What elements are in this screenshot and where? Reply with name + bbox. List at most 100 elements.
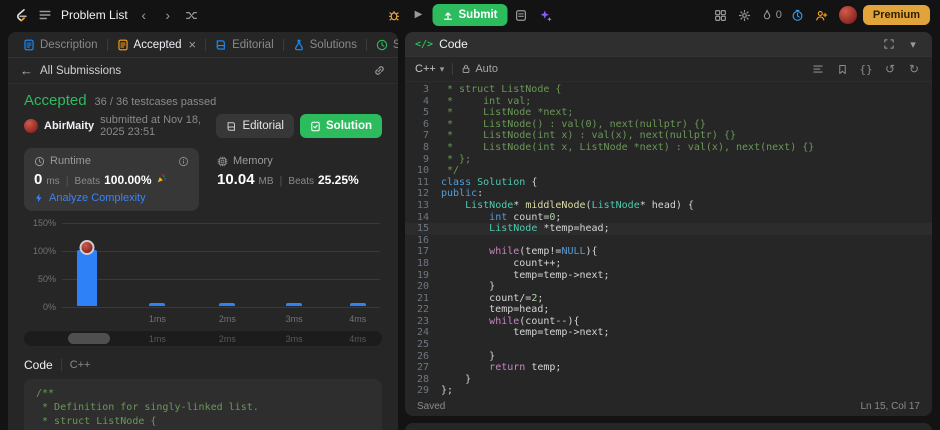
editor-statusbar: Saved Ln 15, Col 17 [405, 397, 932, 416]
all-submissions-link[interactable]: All Submissions [40, 65, 121, 77]
user-plus-icon[interactable] [811, 4, 833, 26]
editor-line[interactable]: 4 * int val; [405, 96, 932, 108]
language-selector[interactable]: C++ ▾ [415, 63, 444, 75]
format-lines-icon[interactable] [810, 61, 826, 77]
analyze-complexity-link[interactable]: Analyze Complexity [34, 192, 189, 204]
editor-title[interactable]: Code [439, 37, 468, 51]
runtime-value-row: 0 ms | Beats 100.00% [34, 171, 189, 188]
editor-line[interactable]: 16 [405, 235, 932, 247]
preview-line: /** [36, 388, 55, 399]
editor-line[interactable]: 29}; [405, 385, 932, 397]
bookmark-icon[interactable] [834, 61, 850, 77]
info-icon[interactable] [178, 156, 189, 167]
memory-card[interactable]: Memory 10.04 MB | Beats 25.25% [207, 148, 382, 195]
code-editor[interactable]: 3 * struct ListNode {4 * int val; 5 * Lis… [405, 82, 932, 397]
editor-line[interactable]: 27 return temp; [405, 362, 932, 374]
submission-body: Accepted 36 / 36 testcases passed AbirMa… [8, 84, 398, 430]
cursor-position: Ln 15, Col 17 [860, 401, 921, 412]
problem-list-link[interactable]: Problem List [61, 8, 128, 22]
settings-gear-icon[interactable] [734, 4, 756, 26]
editor-line[interactable]: 20 } [405, 281, 932, 293]
editor-line[interactable]: 21 count/=2; [405, 293, 932, 305]
editor-line[interactable]: 17 while(temp!=NULL){ [405, 246, 932, 258]
accepted-note-icon [117, 39, 129, 51]
reset-code-icon[interactable]: ↻ [906, 61, 922, 77]
line-content: count++; [441, 257, 562, 269]
chart-range-slider[interactable]: 1ms 2ms 3ms 4ms [24, 331, 382, 346]
runtime-bar[interactable] [349, 303, 366, 306]
memory-beats-label: Beats [288, 176, 314, 187]
editor-line[interactable]: 9 * }; [405, 154, 932, 166]
shuffle-icon[interactable] [181, 4, 203, 26]
maximize-icon[interactable] [880, 35, 898, 53]
undo-icon[interactable]: ↺ [882, 61, 898, 77]
debug-icon[interactable] [383, 4, 405, 26]
prev-problem-icon[interactable]: ‹ [133, 4, 155, 26]
editorial-button[interactable]: Editorial [216, 114, 294, 138]
auto-toggle[interactable]: Auto [461, 63, 498, 75]
tab-divider [106, 38, 108, 51]
submitter-name[interactable]: AbirMaity [44, 120, 94, 132]
tab-description[interactable]: Description [16, 39, 105, 51]
runtime-bar[interactable] [149, 303, 166, 306]
notes-icon[interactable] [510, 4, 532, 26]
editor-line[interactable]: 14 int count=0; [405, 212, 932, 224]
tab-label: Accepted [133, 38, 182, 51]
next-problem-icon[interactable]: › [157, 4, 179, 26]
editor-line[interactable]: 6 * ListNode() : val(0), next(nullptr) {… [405, 119, 932, 131]
solution-button[interactable]: Solution [300, 114, 382, 138]
editor-line[interactable]: 25 [405, 339, 932, 351]
leetcode-logo[interactable] [10, 4, 32, 26]
editor-line[interactable]: 8 * ListNode(int x, ListNode *next) : va… [405, 142, 932, 154]
slider-handle[interactable] [68, 333, 110, 344]
preview-line: * struct ListNode { [36, 416, 157, 427]
chart-x-tick-label: 1ms [148, 314, 166, 324]
tab-accepted[interactable]: Accepted × [110, 37, 204, 52]
chart-plot[interactable] [62, 223, 380, 308]
editor-line[interactable]: 11 class Solution { [405, 177, 932, 189]
chart-gridline [62, 251, 380, 252]
runtime-card[interactable]: Runtime 0 ms | Beats 100.00% Analyze Com… [24, 148, 199, 211]
submission-panel: Description Accepted × Editorial Solutions Su… [8, 32, 398, 430]
braces-icon[interactable]: {} [858, 61, 874, 77]
editor-line[interactable]: 18 count++; [405, 258, 932, 270]
line-number: 15 [416, 223, 429, 235]
copy-link-icon[interactable] [373, 64, 386, 77]
close-tab-icon[interactable]: × [188, 37, 196, 52]
back-arrow-icon[interactable]: ← [20, 63, 33, 78]
editor-line[interactable]: 23 while(count--){ [405, 316, 932, 328]
editor-line[interactable]: 24 temp=temp->next; [405, 327, 932, 339]
run-icon[interactable]: ▶ [408, 4, 430, 26]
app-grid-icon[interactable] [710, 4, 732, 26]
user-avatar[interactable] [838, 6, 857, 24]
editor-line[interactable]: 10 */ [405, 165, 932, 177]
editor-line[interactable]: 15 ListNode *temp=head; [405, 223, 932, 235]
streak-counter[interactable]: 0 [758, 9, 785, 21]
tab-solutions[interactable]: Solutions [286, 39, 364, 51]
tab-submissions[interactable]: Submissions [369, 39, 398, 51]
problem-list-menu-icon[interactable] [34, 4, 56, 26]
sparkle-icon[interactable] [535, 4, 557, 26]
line-content: temp=temp->next; [441, 269, 610, 281]
runtime-bar[interactable] [219, 303, 236, 306]
editor-line[interactable]: 26 } [405, 351, 932, 363]
collapse-panel-icon[interactable]: ▾ [904, 35, 922, 53]
editor-line[interactable]: 12 public: [405, 188, 932, 200]
language-chevron-icon: ▾ [439, 63, 445, 74]
runtime-bar[interactable] [286, 303, 303, 306]
editor-line[interactable]: 5 * ListNode *next; [405, 107, 932, 119]
tab-editorial[interactable]: Editorial [208, 39, 281, 51]
submitter-avatar[interactable] [24, 119, 38, 133]
submit-button[interactable]: Submit [432, 4, 508, 26]
editor-line[interactable]: 19 temp=temp->next; [405, 270, 932, 282]
editor-line[interactable]: 3 * struct ListNode { [405, 84, 932, 96]
premium-button[interactable]: Premium [862, 5, 930, 25]
editor-line[interactable]: 13 ListNode* middleNode(ListNode* head) … [405, 200, 932, 212]
editor-line[interactable]: 7 * ListNode(int x) : val(x), next(nullp… [405, 130, 932, 142]
timer-icon[interactable] [787, 4, 809, 26]
console-panel: TestcaseTest Result [405, 423, 932, 430]
submitted-code-preview[interactable]: /** * Definition for singly-linked list.… [24, 379, 382, 430]
editor-line[interactable]: 22 temp=head; [405, 304, 932, 316]
editor-line[interactable]: 28 } [405, 374, 932, 386]
runtime-bar-highlight[interactable] [77, 250, 98, 306]
